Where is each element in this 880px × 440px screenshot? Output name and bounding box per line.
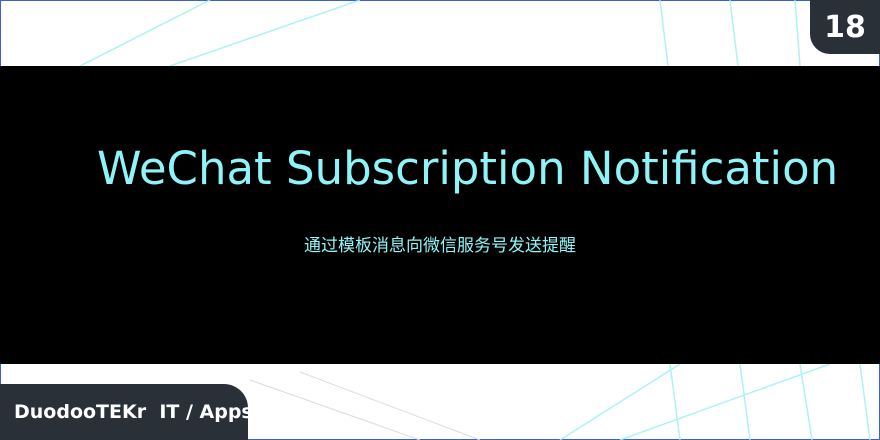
slide-number-badge: 18 [810, 0, 880, 54]
slide-title: WeChat Subscription Notification [97, 142, 839, 195]
title-banner [0, 66, 880, 364]
slide-subtitle: 通过模板消息向微信服务号发送提醒 [304, 236, 576, 256]
brand-tab: DuodooTEKr IT / Apps [0, 384, 253, 440]
